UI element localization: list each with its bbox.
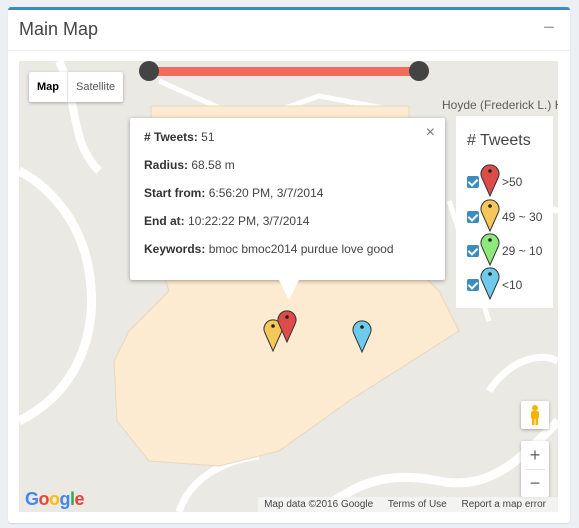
keywords-value: bmoc bmoc2014 purdue love good — [208, 242, 394, 256]
terms-of-use-link[interactable]: Terms of Use — [388, 499, 447, 510]
legend-item-over-50[interactable]: >50 — [467, 164, 552, 197]
legend-checkbox[interactable] — [467, 176, 479, 188]
legend-label: 29 ~ 10 — [502, 244, 543, 258]
info-start-row: Start from: 6:56:20 PM, 3/7/2014 — [144, 186, 323, 200]
radius-value: 68.58 m — [191, 158, 235, 172]
zoom-control: + − — [521, 441, 549, 497]
tweets-label: # Tweets: — [144, 130, 198, 144]
report-map-error-link[interactable]: Report a map error — [462, 499, 546, 510]
map-type-satellite-button[interactable]: Satellite — [68, 72, 123, 102]
main-map-panel: Main Map − Map Satellite Hoyde (Frederic… — [8, 7, 570, 523]
collapse-button[interactable]: − — [540, 16, 558, 40]
tweet-info-window: × # Tweets: 51 Radius: 68.58 m Start fro… — [130, 118, 445, 300]
panel-header: Main Map − — [8, 10, 570, 51]
legend-checkbox[interactable] — [467, 211, 479, 223]
red-pin-icon[interactable] — [276, 307, 298, 343]
street-view-pegman[interactable] — [521, 401, 549, 429]
legend-item-10-29[interactable]: 29 ~ 10 — [467, 233, 552, 266]
legend-item-30-49[interactable]: 49 ~ 30 — [467, 199, 552, 232]
blue-pin-icon[interactable] — [351, 317, 373, 353]
close-icon[interactable]: × — [426, 124, 435, 142]
panel-title: Main Map — [19, 19, 99, 39]
legend-label: <10 — [502, 278, 523, 292]
legend-label: 49 ~ 30 — [502, 210, 543, 224]
zoom-in-button[interactable]: + — [521, 441, 549, 469]
info-keywords-row: Keywords: bmoc bmoc2014 purdue love good — [144, 242, 394, 256]
google-logo: Google — [25, 489, 85, 509]
legend-label: >50 — [502, 175, 523, 189]
slider-end-handle[interactable] — [409, 61, 429, 81]
keywords-label: Keywords: — [144, 242, 206, 256]
map-type-map-button[interactable]: Map — [29, 72, 68, 102]
tweets-legend: # Tweets >50 49 ~ 30 29 ~ 10 <10 — [456, 116, 553, 308]
map-data-credit: Map data ©2016 Google — [264, 499, 374, 510]
radius-label: Radius: — [144, 158, 189, 172]
legend-checkbox[interactable] — [467, 279, 479, 291]
start-label: Start from: — [144, 186, 206, 200]
slider-start-handle[interactable] — [139, 61, 159, 81]
start-value: 6:56:20 PM, 3/7/2014 — [208, 186, 324, 200]
end-label: End at: — [144, 214, 185, 228]
map-attribution: Map data ©2016 Google Terms of Use Repor… — [258, 497, 558, 512]
slider-track — [149, 67, 419, 76]
zoom-divider — [525, 469, 545, 470]
map-canvas[interactable]: Map Satellite Hoyde (Frederick L.) Hall … — [19, 61, 558, 512]
yellow-pin-icon — [480, 199, 500, 232]
blue-pin-icon — [480, 267, 500, 300]
tweets-value: 51 — [201, 130, 215, 144]
zoom-out-button[interactable]: − — [521, 469, 549, 497]
legend-item-under-10[interactable]: <10 — [467, 267, 552, 300]
time-range-slider[interactable] — [139, 61, 429, 81]
end-value: 10:22:22 PM, 3/7/2014 — [188, 214, 310, 228]
legend-checkbox[interactable] — [467, 245, 479, 257]
red-pin-icon — [480, 164, 500, 197]
info-radius-row: Radius: 68.58 m — [144, 158, 235, 172]
info-tweets-row: # Tweets: 51 — [144, 130, 215, 144]
map-type-control: Map Satellite — [29, 72, 124, 102]
poi-label: Hoyde (Frederick L.) Hall of Music — [442, 98, 558, 112]
legend-title: # Tweets — [467, 132, 531, 149]
info-end-row: End at: 10:22:22 PM, 3/7/2014 — [144, 214, 309, 228]
green-pin-icon — [480, 233, 500, 266]
pegman-icon — [531, 405, 539, 425]
info-window-tail — [279, 280, 299, 300]
